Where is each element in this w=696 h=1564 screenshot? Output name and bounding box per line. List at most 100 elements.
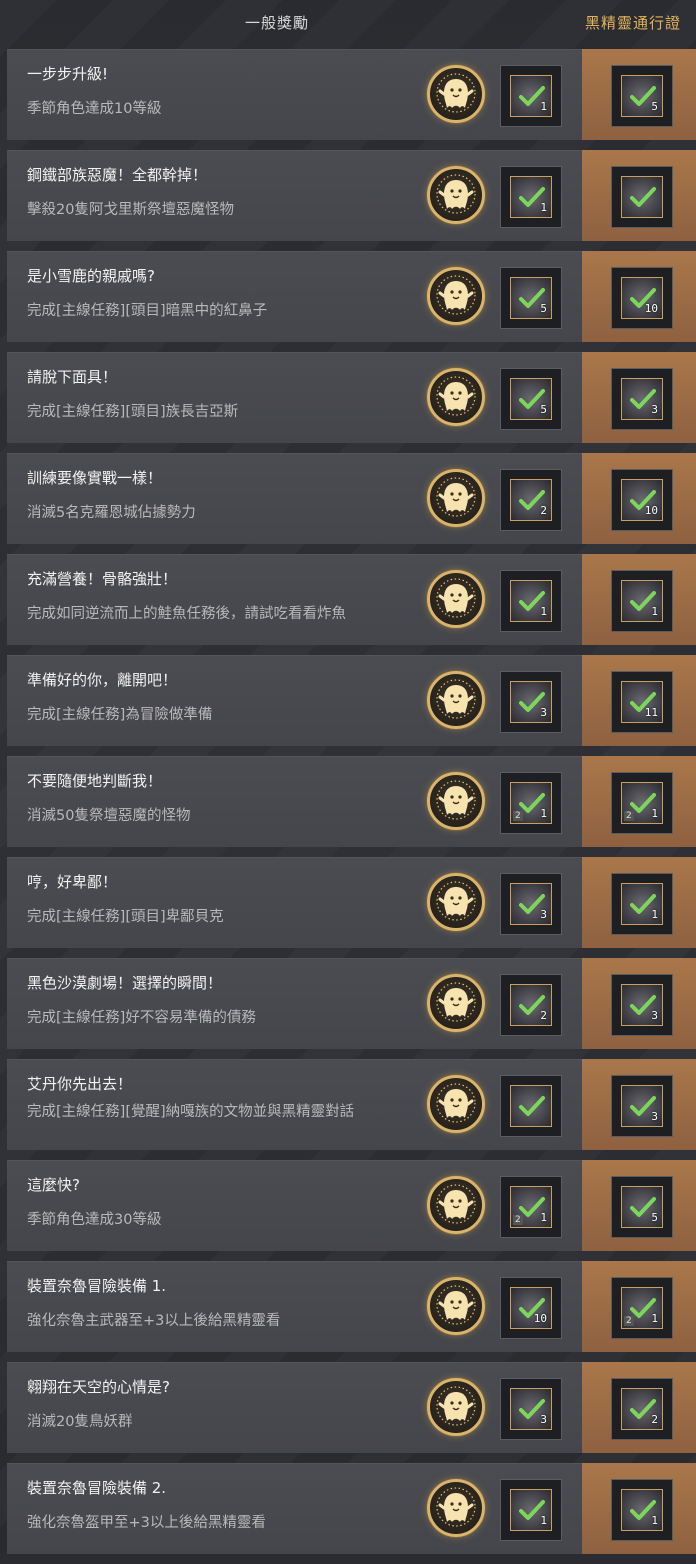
silver-ingot-icon: 2 [510,479,552,521]
elixir-icon: 3 [621,1085,663,1127]
quest-title: 請脫下面具！ [27,368,118,386]
item-tier: 2 [513,811,523,821]
treasure-chest-icon: 1 [510,75,552,117]
pass-reward-slot[interactable]: 12 [611,1277,673,1339]
pass-reward-slot[interactable]: 5 [611,1176,673,1238]
general-reward-slot[interactable]: 5 [500,368,562,430]
pass-reward-slot[interactable]: 5 [611,65,673,127]
pass-reward-slot[interactable]: 1 [611,873,673,935]
silver-bars-icon: 1 [510,580,552,622]
column-header: 一般獎勵 黑精靈通行證 [0,0,696,44]
general-reward-slot[interactable]: 2 [500,469,562,531]
ghost-medal-icon [427,772,485,830]
ghost-medal-icon [427,974,485,1032]
quest-row: 裝置奈魯冒險裝備 1. 強化奈魯主武器至+3以上後給黑精靈看 10 1 2 [7,1261,696,1352]
pass-reward-slot[interactable]: 2 [611,1378,673,1440]
quest-description: 完成[主線任務]好不容易準備的債務 [27,1010,256,1026]
pass-reward-slot[interactable]: 1 [611,1479,673,1541]
quest-title: 裝置奈魯冒險裝備 1. [27,1277,167,1295]
pass-reward-slot[interactable]: 1 [611,570,673,632]
quest-title: 一步步升級! [27,65,109,83]
pass-reward-slot[interactable]: 10 [611,469,673,531]
ghost-medal-icon [427,166,485,224]
general-reward-slot[interactable]: 1 [500,166,562,228]
ore-pile-icon: 11 [621,681,663,723]
quest-row: 哼，好卑鄙！ 完成[主線任務][頭目]卑鄙貝克 3 1 [7,857,696,948]
general-reward-header: 一般獎勵 [245,14,310,32]
quest-description: 消滅50隻祭壇惡魔的怪物 [27,808,191,824]
quest-row: 是小雪鹿的親戚嗎? 完成[主線任務][頭目]暗黑中的紅鼻子 5 10 [7,251,696,342]
pass-reward-slot[interactable]: 11 [611,671,673,733]
quest-description: 強化奈魯主武器至+3以上後給黑精靈看 [27,1313,281,1329]
general-reward-slot[interactable]: 3 [500,873,562,935]
item-quantity: 1 [651,908,658,921]
elixir-icon: 3 [510,883,552,925]
pass-reward-slot[interactable]: 3 [611,368,673,430]
general-reward-slot[interactable]: 1 [500,65,562,127]
quest-description: 完成[主線任務][頭目]族長吉亞斯 [27,404,239,420]
elixir-icon: 2 [621,1388,663,1430]
item-quantity: 5 [540,302,547,315]
quest-title: 是小雪鹿的親戚嗎? [27,267,155,285]
feather-icon: 12 [621,782,663,824]
general-reward-slot[interactable]: 2 [500,974,562,1036]
general-reward-slot[interactable]: 3 [500,671,562,733]
quest-row: 艾丹你先出去！ 完成[主線任務][覺醒]納嘎族的文物並與黑精靈對話 3 [7,1059,696,1150]
quest-title: 充滿營養！骨骼強壯！ [27,570,178,588]
item-quantity: 2 [540,1009,547,1022]
quest-description: 完成[主線任務][頭目]暗黑中的紅鼻子 [27,303,268,319]
quest-row: 一步步升級! 季節角色達成10等級 1 5 [7,49,696,140]
ghost-medal-icon [427,1479,485,1537]
quest-title: 艾丹你先出去！ [27,1075,133,1093]
feather-icon: 12 [621,1287,663,1329]
item-quantity: 1 [651,605,658,618]
item-quantity: 3 [651,403,658,416]
pass-reward-slot[interactable]: 3 [611,1075,673,1137]
crystal-shard-icon: 5 [621,75,663,117]
item-quantity: 2 [540,504,547,517]
general-reward-slot[interactable] [500,1075,562,1137]
ghost-medal-icon [427,873,485,931]
black-stone-icon: 1 [621,580,663,622]
item-quantity: 5 [651,100,658,113]
quest-description: 季節角色達成10等級 [27,101,162,117]
item-tier: 2 [624,1316,634,1326]
item-quantity: 3 [540,908,547,921]
general-reward-slot[interactable]: 5 [500,267,562,329]
general-reward-slot[interactable]: 12 [500,772,562,834]
ghost-medal-icon [427,267,485,325]
quest-row: 裝置奈魯冒險裝備 2. 強化奈魯盔甲至+3以上後給黑精靈看 1 1 [7,1463,696,1554]
item-tier: 2 [624,811,634,821]
elixir-icon: 3 [510,1388,552,1430]
quest-title: 裝置奈魯冒險裝備 2. [27,1479,167,1497]
silver-orb-icon: 10 [621,479,663,521]
amulet-icon [510,1085,552,1127]
crystal-shard-icon: 10 [621,277,663,319]
quest-title: 黑色沙漠劇場！選擇的瞬間！ [27,974,223,992]
pass-reward-slot[interactable]: 3 [611,974,673,1036]
pass-reward-slot[interactable] [611,166,673,228]
feather-icon: 12 [510,1186,552,1228]
item-quantity: 2 [651,1413,658,1426]
item-quantity: 3 [651,1110,658,1123]
pass-reward-slot[interactable]: 12 [611,772,673,834]
item-quantity: 1 [540,100,547,113]
ghost-medal-icon [427,1277,485,1335]
quest-description: 完成[主線任務][覺醒]納嘎族的文物並與黑精靈對話 [27,1104,355,1120]
feather-icon: 12 [510,782,552,824]
item-quantity: 1 [540,605,547,618]
quest-description: 消滅5名克羅恩城佔據勢力 [27,505,196,521]
item-quantity: 5 [651,1211,658,1224]
quest-title: 哼，好卑鄙！ [27,873,118,891]
pass-reward-slot[interactable]: 10 [611,267,673,329]
general-reward-slot[interactable]: 12 [500,1176,562,1238]
crystal-shard-icon: 5 [510,277,552,319]
general-reward-slot[interactable]: 10 [500,1277,562,1339]
item-quantity: 1 [651,1312,658,1325]
quest-description: 季節角色達成30等級 [27,1212,162,1228]
general-reward-slot[interactable]: 1 [500,1479,562,1541]
quest-description: 擊殺20隻阿戈里斯祭壇惡魔怪物 [27,202,234,218]
general-reward-slot[interactable]: 3 [500,1378,562,1440]
quest-row: 準備好的你，離開吧！ 完成[主線任務]為冒險做準備 3 11 [7,655,696,746]
general-reward-slot[interactable]: 1 [500,570,562,632]
